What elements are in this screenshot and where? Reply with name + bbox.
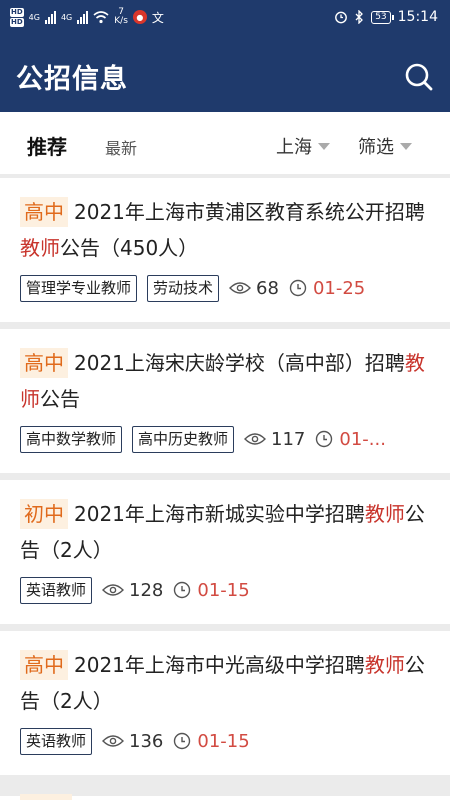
chevron-down-icon: [318, 142, 330, 150]
job-title: 高中 2021年上海市黄浦区教育系统公开招聘教师公告（450人）: [20, 194, 430, 266]
wifi-icon: [93, 10, 109, 23]
signal-icon: [77, 10, 89, 24]
level-badge: 高中: [20, 197, 68, 227]
view-count-value: 68: [256, 277, 279, 299]
clock-icon: [174, 581, 191, 599]
job-title-text: 2021上海宋庆龄学校（高中部）招聘: [74, 351, 405, 375]
job-title-highlight: 教师: [364, 653, 405, 677]
job-title-text: 2021年上海市新城实验中学招聘: [74, 502, 365, 526]
job-title-text: 2021年上海市中光高级中学招聘: [74, 653, 365, 677]
net-speed: 7 K/s: [114, 8, 128, 26]
job-meta: 管理学专业教师 劳动技术 68 01-25: [20, 274, 365, 302]
job-tag: 英语教师: [20, 576, 93, 604]
filter-dropdown-label: 筛选: [358, 137, 394, 158]
eye-icon: [244, 433, 267, 445]
signal-icon: [44, 10, 56, 24]
view-count-value: 117: [271, 428, 306, 450]
level-badge: 高中: [20, 348, 68, 378]
job-title-text: 公告（450人）: [60, 236, 199, 260]
translate-icon: 文: [151, 10, 164, 25]
view-count: 136: [102, 731, 163, 752]
page-title: 公招信息: [16, 64, 128, 95]
status-bar: HD HD 4G 4G 7 K/s ● 文 53 15:14: [0, 0, 450, 34]
clock-icon: [174, 732, 191, 750]
view-count-value: 128: [129, 579, 164, 601]
view-count: 68: [229, 278, 279, 299]
status-left: HD HD 4G 4G 7 K/s ● 文: [10, 5, 164, 29]
publish-date-value: 01-15: [197, 579, 250, 601]
eye-icon: [102, 584, 125, 596]
job-card[interactable]: 高中 2021上海宋庆龄学校（高中部）招聘教师公告 高中数学教师 高中历史教师 1…: [0, 329, 450, 473]
bluetooth-icon: [355, 10, 364, 24]
publish-date-value: 01-...: [339, 428, 386, 450]
alarm-icon: [335, 11, 348, 24]
region-dropdown[interactable]: 上海: [276, 133, 330, 159]
job-card[interactable]: 初中 2021年上海市新城实验中学招聘教师公告（2人） 英语教师 128 01-1…: [0, 480, 450, 624]
job-tag: 英语教师: [20, 727, 93, 755]
job-tag: 高中历史教师: [132, 425, 235, 453]
tab-latest[interactable]: 最新: [105, 135, 137, 159]
job-title-text: 公告: [40, 387, 80, 411]
view-count: 128: [102, 580, 163, 601]
view-count-value: 136: [129, 730, 164, 752]
hd-badge: HD: [10, 17, 24, 27]
job-title-text: 2021年上海市黄浦区教育系统公开招聘: [74, 200, 425, 224]
tab-recommend[interactable]: 推荐: [27, 131, 67, 160]
hd-badge: HD: [10, 7, 24, 17]
level-badge-partial: [20, 794, 72, 800]
region-dropdown-label: 上海: [276, 137, 312, 158]
chevron-down-icon: [400, 142, 412, 150]
publish-date: 01-15: [173, 730, 250, 752]
battery-icon: 53: [371, 10, 395, 24]
publish-date: 01-15: [173, 579, 250, 601]
filter-bar: 推荐 最新 上海 筛选: [0, 112, 450, 174]
clock-icon: [289, 279, 307, 297]
publish-date-value: 01-25: [312, 277, 366, 299]
job-tag: 管理学专业教师: [20, 274, 138, 302]
publish-date: 01-...: [315, 429, 386, 450]
level-badge: 初中: [20, 499, 68, 529]
clock-time: 15:14: [397, 9, 438, 25]
job-title: 高中 2021年上海市中光高级中学招聘教师公告（2人）: [20, 647, 430, 719]
network-type: 4G: [60, 12, 73, 22]
eye-icon: [229, 282, 252, 294]
app-notification-icon: ●: [132, 10, 147, 24]
job-meta: 高中数学教师 高中历史教师 117 01-...: [20, 425, 386, 453]
search-icon[interactable]: [404, 62, 434, 92]
publish-date-value: 01-15: [197, 730, 250, 752]
job-title: 初中 2021年上海市新城实验中学招聘教师公告（2人）: [20, 496, 430, 568]
clock-icon: [316, 430, 333, 448]
hd-badges: HD HD: [10, 7, 24, 27]
job-meta: 英语教师 136 01-15: [20, 727, 250, 755]
job-card[interactable]: 高中 2021年上海市黄浦区教育系统公开招聘教师公告（450人） 管理学专业教师 …: [0, 178, 450, 322]
job-title-highlight: 教师: [20, 236, 60, 260]
network-type: 4G: [28, 12, 40, 22]
view-count: 117: [244, 429, 305, 450]
job-title-highlight: 教师: [364, 502, 405, 526]
eye-icon: [102, 735, 125, 747]
net-speed-unit: K/s: [114, 16, 128, 26]
job-tag: 高中数学教师: [20, 425, 123, 453]
job-card[interactable]: 高中 2021年上海市中光高级中学招聘教师公告（2人） 英语教师 136 01-1…: [0, 631, 450, 775]
job-meta: 英语教师 128 01-15: [20, 576, 250, 604]
status-right: 53 15:14: [334, 7, 438, 27]
publish-date: 01-25: [289, 278, 365, 299]
job-title: 高中 2021上海宋庆龄学校（高中部）招聘教师公告: [20, 345, 430, 417]
job-tag: 劳动技术: [147, 274, 220, 302]
filter-dropdown[interactable]: 筛选: [358, 133, 412, 159]
level-badge: 高中: [20, 650, 68, 680]
app-header: HD HD 4G 4G 7 K/s ● 文 53 15:14 公招信息: [0, 0, 450, 112]
